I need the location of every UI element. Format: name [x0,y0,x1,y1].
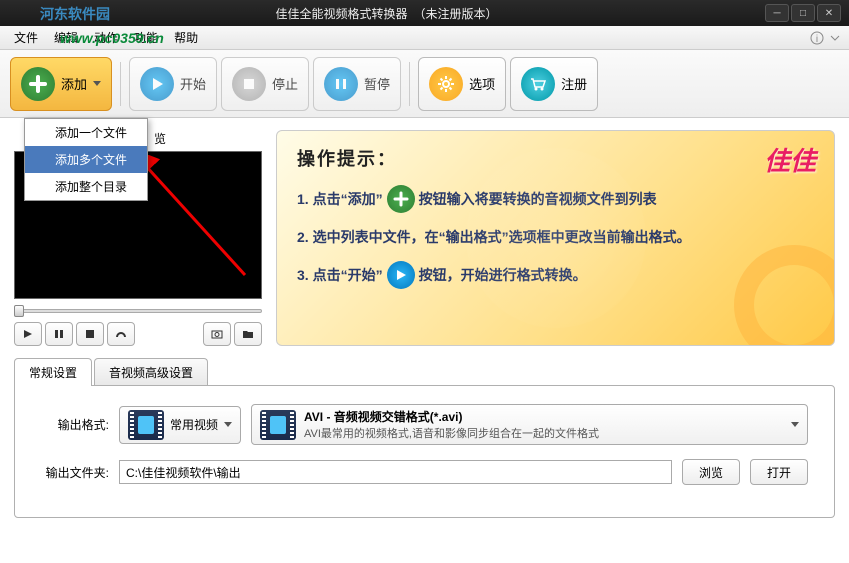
play-icon [140,67,174,101]
minimize-button[interactable]: ─ [765,4,789,22]
output-format-label: 输出格式: [41,416,109,433]
tab-advanced[interactable]: 音视频高级设置 [94,358,208,386]
preview-slider[interactable] [14,305,262,316]
brand-logo: 佳佳 [764,141,816,178]
chevron-down-icon [224,422,232,427]
dropdown-add-single[interactable]: 添加一个文件 [25,119,147,146]
format-category-label: 常用视频 [170,416,218,433]
maximize-button[interactable]: □ [791,4,815,22]
output-path-input[interactable] [119,460,672,484]
ctrl-loop-button[interactable] [107,322,135,346]
start-label: 开始 [180,74,206,93]
output-format-row: 输出格式: 常用视频 AVI - 音频视频交错格式(*.avi) AVI最常用的… [41,404,808,445]
stop-icon [232,67,266,101]
register-button[interactable]: 注册 [510,57,598,111]
ctrl-stop-button[interactable] [76,322,104,346]
menu-chevron-icon[interactable] [827,30,843,46]
separator [409,62,410,106]
preview-controls [14,322,262,346]
browse-button[interactable]: 浏览 [682,459,740,485]
plus-icon [387,185,415,213]
options-label: 选项 [469,74,495,93]
output-folder-label: 输出文件夹: [41,464,109,481]
start-button[interactable]: 开始 [129,57,217,111]
toolbar: 添加 开始 停止 暂停 选项 注册 [0,50,849,118]
dropdown-add-multiple[interactable]: 添加多个文件 [25,146,147,173]
menu-file[interactable]: 文件 [6,26,46,49]
tips-panel: 佳佳 操作提示： 1. 点击“添加” 按钮输入将要转换的音视频文件到列表 2. … [276,130,835,346]
film-reel-decoration [466,148,646,328]
close-button[interactable]: ✕ [817,4,841,22]
info-icon[interactable]: i [809,30,825,46]
register-label: 注册 [561,74,587,93]
svg-text:i: i [816,34,818,45]
titlebar: 佳佳全能视频格式转换器 （未注册版本） ─ □ ✕ [0,0,849,26]
settings-panel: 输出格式: 常用视频 AVI - 音频视频交错格式(*.avi) AVI最常用的… [14,385,835,518]
slider-thumb[interactable] [14,305,24,317]
play-icon [387,261,415,289]
open-button[interactable]: 打开 [750,459,808,485]
add-dropdown-menu: 添加一个文件 添加多个文件 添加整个目录 [24,118,148,201]
ctrl-pause-button[interactable] [45,322,73,346]
stop-label: 停止 [272,74,298,93]
ctrl-snapshot-button[interactable] [203,322,231,346]
settings-tabs: 常规设置 音视频高级设置 [14,358,835,386]
ctrl-play-button[interactable] [14,322,42,346]
format-title: AVI - 音频视频交错格式(*.avi) [304,408,783,425]
add-label: 添加 [61,74,87,93]
tab-general[interactable]: 常规设置 [14,358,92,386]
watermark-site: 河东软件园 [40,4,110,24]
pause-icon [324,67,358,101]
film-icon [260,410,296,440]
window-controls: ─ □ ✕ [765,4,841,22]
ctrl-folder-button[interactable] [234,322,262,346]
settings-area: 常规设置 音视频高级设置 输出格式: 常用视频 AVI - 音频视频交错格式(*… [14,358,835,519]
film-icon [128,410,164,440]
options-button[interactable]: 选项 [418,57,506,111]
gear-icon [429,67,463,101]
cart-icon [521,67,555,101]
chevron-down-icon [93,81,101,86]
dropdown-add-folder[interactable]: 添加整个目录 [25,173,147,200]
window-title: 佳佳全能视频格式转换器 （未注册版本） [8,5,765,22]
plus-icon [21,67,55,101]
menu-help[interactable]: 帮助 [166,26,206,49]
separator [120,62,121,106]
format-detail-select[interactable]: AVI - 音频视频交错格式(*.avi) AVI最常用的视频格式,语音和影像同… [251,404,808,445]
format-category-select[interactable]: 常用视频 [119,406,241,444]
chevron-down-icon [791,422,799,427]
add-button[interactable]: 添加 [10,57,112,111]
stop-button[interactable]: 停止 [221,57,309,111]
format-description: AVI最常用的视频格式,语音和影像同步组合在一起的文件格式 [304,425,783,441]
output-folder-row: 输出文件夹: 浏览 打开 [41,459,808,485]
watermark-url: www.pc0359.cn [60,30,164,46]
pause-label: 暂停 [364,74,390,93]
pause-button[interactable]: 暂停 [313,57,401,111]
